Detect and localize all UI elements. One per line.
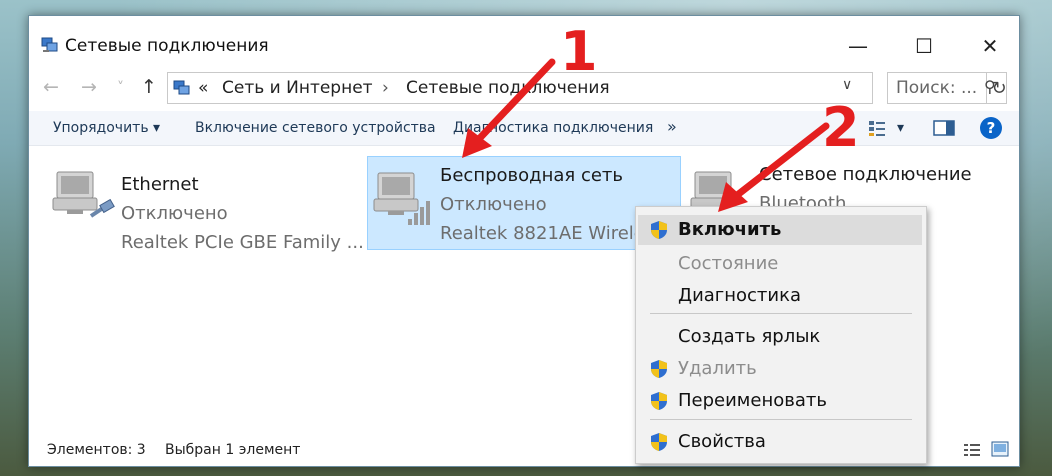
connection-name: Ethernet: [121, 174, 199, 195]
breadcrumb-separator[interactable]: ›: [382, 78, 389, 98]
menu-item-label: Создать ярлык: [678, 326, 821, 347]
uac-shield-icon: [651, 221, 667, 239]
menu-item-status[interactable]: Состояние: [638, 249, 922, 279]
menu-item-properties[interactable]: Свойства: [638, 427, 922, 457]
menu-item-label: Состояние: [678, 253, 779, 274]
help-button[interactable]: ?: [980, 117, 1002, 139]
ethernet-adapter-icon: [52, 171, 115, 218]
network-connections-icon: [41, 37, 58, 52]
uac-shield-icon: [651, 392, 667, 410]
navigation-bar: ← → ˅ ↑ « Сеть и Интернет › Сетевые подк…: [29, 72, 1019, 106]
menu-item-create-shortcut[interactable]: Создать ярлык: [638, 322, 922, 352]
enable-device-button[interactable]: Включение сетевого устройства: [195, 120, 436, 136]
selection-count: Выбран 1 элемент: [165, 442, 301, 458]
connection-name: Беспроводная сеть: [440, 165, 624, 186]
connection-wireless[interactable]: Беспроводная сеть Отключено Realtek 8821…: [367, 156, 681, 250]
change-view-icon[interactable]: [867, 118, 887, 138]
breadcrumb-overflow[interactable]: «: [198, 78, 208, 98]
help-icon: ?: [986, 119, 996, 137]
connection-device: Realtek PCIe GBE Family ...: [121, 232, 364, 253]
connection-ethernet[interactable]: Ethernet Отключено Realtek PCIe GBE Fami…: [29, 156, 364, 253]
window-title: Сетевые подключения: [65, 36, 269, 56]
title-bar: Сетевые подключения — ☐ ✕: [29, 16, 1019, 74]
back-button[interactable]: ←: [43, 76, 59, 98]
menu-item-label: Удалить: [678, 358, 757, 379]
menu-item-rename[interactable]: Переименовать: [638, 386, 922, 416]
network-connections-icon: [173, 80, 190, 95]
menu-item-label: Включить: [678, 219, 782, 240]
command-bar: Упорядочить ▾ Включение сетевого устройс…: [29, 111, 1019, 146]
up-button[interactable]: ↑: [141, 76, 157, 98]
address-dropdown-icon[interactable]: ∨: [842, 77, 852, 93]
forward-button[interactable]: →: [81, 76, 97, 98]
view-options-chevron-icon[interactable]: ▾: [897, 120, 904, 136]
diagnose-connection-button[interactable]: Диагностика подключения: [453, 120, 653, 136]
breadcrumb-network-internet[interactable]: Сеть и Интернет: [222, 78, 373, 98]
annotation-number-1: 1: [560, 20, 598, 83]
item-count: Элементов: 3: [47, 442, 146, 458]
more-commands-button[interactable]: »: [667, 117, 677, 136]
search-placeholder: Поиск: ...: [896, 78, 978, 98]
recent-locations-button[interactable]: ˅: [117, 80, 124, 96]
search-box[interactable]: Поиск: ... ⚲: [887, 72, 1007, 104]
organize-button[interactable]: Упорядочить ▾: [53, 120, 160, 136]
chevron-down-icon: ▾: [153, 120, 161, 136]
search-icon: ⚲: [984, 77, 996, 96]
menu-item-label: Свойства: [678, 431, 766, 452]
uac-shield-icon: [651, 433, 667, 451]
close-button[interactable]: ✕: [967, 28, 1013, 64]
details-view-icon[interactable]: [963, 442, 981, 458]
annotation-number-2: 2: [822, 96, 860, 159]
connection-name: Сетевое подключение: [759, 164, 972, 185]
menu-separator: [650, 419, 912, 420]
connection-device: Realtek 8821AE Wirele: [440, 223, 645, 244]
menu-separator: [650, 313, 912, 314]
minimize-button[interactable]: —: [835, 28, 881, 64]
maximize-button[interactable]: ☐: [901, 28, 947, 64]
menu-item-label: Переименовать: [678, 390, 827, 411]
connection-status: Отключено: [121, 203, 228, 224]
tiles-view-icon[interactable]: [991, 441, 1009, 457]
wireless-adapter-icon: [373, 172, 430, 225]
menu-item-delete[interactable]: Удалить: [638, 354, 922, 384]
context-menu: Включить Состояние Диагностика Создать я…: [635, 206, 927, 464]
uac-shield-icon: [651, 360, 667, 378]
menu-item-enable[interactable]: Включить: [638, 215, 922, 245]
address-bar[interactable]: « Сеть и Интернет › Сетевые подключения …: [167, 72, 1007, 104]
menu-item-label: Диагностика: [678, 285, 802, 306]
menu-item-diagnostics[interactable]: Диагностика: [638, 281, 922, 311]
preview-pane-icon[interactable]: [933, 118, 955, 138]
connection-status: Отключено: [440, 194, 547, 215]
